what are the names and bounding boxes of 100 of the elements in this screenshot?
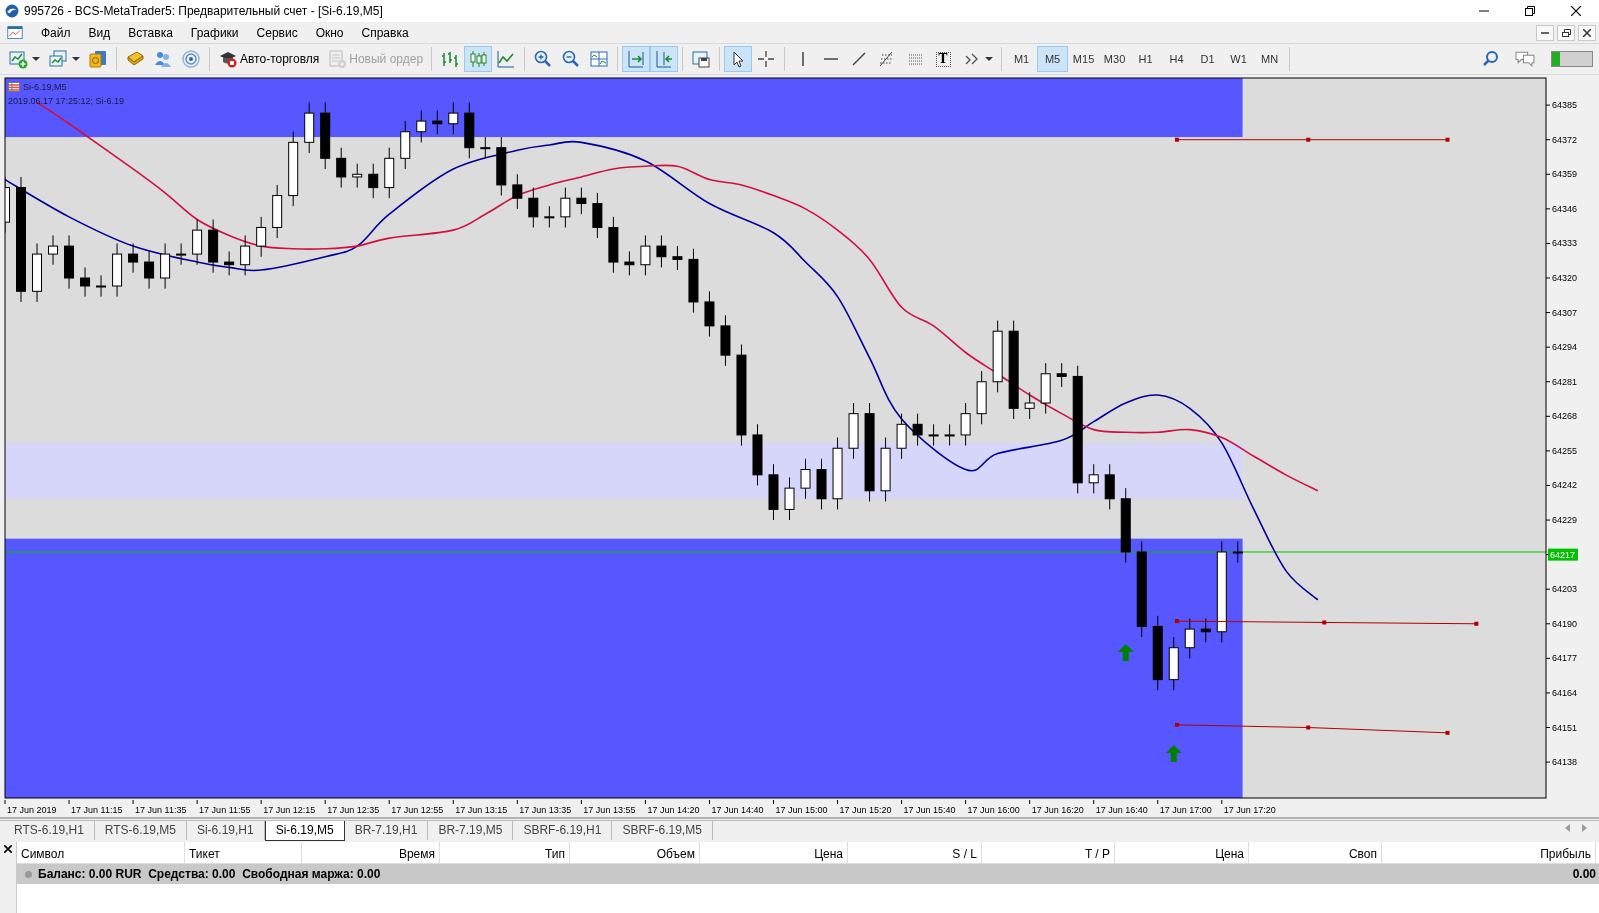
timeframe-button[interactable]: MN	[1254, 46, 1286, 72]
auto-scroll-button[interactable]	[622, 46, 651, 72]
column-header[interactable]: Объем	[570, 842, 700, 863]
column-header[interactable]: Тикет	[185, 842, 302, 863]
close-button[interactable]	[1578, 24, 1596, 41]
chart-tab[interactable]: RTS-6.19,M5	[94, 821, 187, 840]
chart-tab[interactable]: SBRF-6.19,H1	[513, 821, 613, 840]
text-tool-button[interactable]: T	[929, 46, 958, 72]
caret-icon	[72, 57, 80, 61]
axis-label: 64268	[1552, 411, 1578, 422]
chart-shift-button[interactable]	[650, 46, 679, 72]
caret-icon	[32, 57, 40, 61]
column-header[interactable]: Цена	[700, 842, 848, 863]
axis-label: 64177	[1552, 653, 1578, 664]
search-icon	[1483, 51, 1499, 67]
axis-label: 64229	[1552, 515, 1578, 526]
axis-label: 17 Jun 16:20	[1031, 805, 1084, 815]
axis-label: 64294	[1552, 342, 1578, 353]
timeframe-button[interactable]: M15	[1068, 46, 1100, 72]
menu-item[interactable]: Справка	[352, 23, 418, 42]
axis-label: 17 Jun 16:40	[1095, 805, 1148, 815]
menu-item[interactable]: Окно	[306, 23, 353, 42]
profiles-icon	[48, 49, 68, 69]
bullet-icon	[25, 870, 32, 878]
chart-tab[interactable]: BR-7.19,H1	[344, 821, 429, 840]
axis-label: 17 Jun 17:00	[1159, 805, 1212, 815]
cursor-button[interactable]	[724, 46, 753, 72]
vertical-line-icon	[801, 52, 806, 66]
candlestick-button[interactable]	[464, 46, 493, 72]
menu-item[interactable]: Вставка	[119, 23, 182, 42]
chart-tab[interactable]: RTS-6.19,H1	[4, 821, 95, 840]
menu-item[interactable]: Вид	[79, 23, 120, 42]
timeframe-button[interactable]: M1	[1006, 46, 1038, 72]
column-header[interactable]: Время	[302, 842, 440, 863]
timeframe-button[interactable]: M30	[1099, 46, 1131, 72]
crosshair-icon	[756, 49, 777, 69]
arrows-icon	[964, 52, 978, 66]
column-header[interactable]: S / L	[848, 842, 982, 863]
signal-icon	[181, 49, 201, 69]
axis-label: 17 Jun 2019	[7, 805, 57, 815]
timeframe-button[interactable]: H1	[1130, 46, 1162, 72]
chart-tab[interactable]: Si-6.19,M5	[264, 821, 345, 841]
axis-label: 64138	[1552, 757, 1578, 768]
window-title: 995726 - BCS-MetaTrader5: Предварительный счет - [Si-6.19,M5]	[24, 3, 383, 20]
axis-label: 64385	[1552, 100, 1578, 111]
axis-label: 64242	[1552, 480, 1578, 491]
axis-label: 17 Jun 17:20	[1223, 805, 1276, 815]
grid-icon	[907, 53, 923, 65]
chart-info: 2019.06.17 17:25:12; Si-6.19	[8, 95, 125, 108]
scroll-right-icon	[1582, 824, 1587, 832]
restore-button[interactable]	[1557, 24, 1575, 41]
column-header[interactable]: Цена	[1115, 842, 1249, 863]
toolbar-button[interactable]: Авто-торговля	[214, 46, 324, 72]
axis-label: 17 Jun 15:00	[775, 805, 828, 815]
timeframe-button[interactable]: W1	[1223, 46, 1255, 72]
minimize-icon	[1479, 10, 1489, 12]
chart-tab[interactable]: BR-7.19,M5	[428, 821, 514, 840]
axis-label: 64164	[1552, 687, 1578, 698]
chart-tab[interactable]: SBRF-6.19,M5	[612, 821, 713, 840]
candlestick-icon	[468, 49, 489, 69]
column-header[interactable]: Символ	[17, 842, 185, 863]
minimize-button[interactable]	[1536, 24, 1554, 41]
axis-label: 64281	[1552, 376, 1578, 387]
timeframe-button[interactable]: D1	[1192, 46, 1224, 72]
app-logo-icon	[4, 3, 20, 19]
axis-label: 17 Jun 12:55	[391, 805, 444, 815]
axis-label: 17 Jun 13:35	[519, 805, 572, 815]
axis-label: 64333	[1552, 238, 1578, 249]
tile-windows-icon	[589, 49, 610, 69]
table-icon	[8, 82, 20, 92]
column-header[interactable]: Своп	[1249, 842, 1382, 863]
chart-symbol: Si-6.19,M5	[23, 81, 67, 94]
chart-tab[interactable]: Si-6.19,H1	[186, 821, 265, 840]
timeframe-button[interactable]: M5	[1037, 46, 1069, 72]
column-header[interactable]: Прибыль	[1382, 842, 1596, 863]
axis-label: 64372	[1552, 134, 1578, 145]
trend-line-icon	[852, 52, 867, 66]
menu-item[interactable]: Графики	[181, 23, 248, 42]
chart-window-icon	[6, 24, 24, 41]
close-icon	[4, 845, 12, 853]
axis-label: 64190	[1552, 618, 1578, 629]
column-header[interactable]: T / P	[982, 842, 1115, 863]
axis-label: 17 Jun 11:55	[199, 805, 251, 815]
auto-scroll-icon	[626, 49, 647, 69]
axis-label: 64255	[1552, 445, 1578, 456]
close-icon	[1583, 28, 1591, 37]
timeframe-button[interactable]: H4	[1161, 46, 1193, 72]
axis-label: 64346	[1552, 203, 1578, 214]
profit-value: 0.00	[1572, 866, 1596, 883]
axis-label: 17 Jun 15:20	[839, 805, 892, 815]
restore-icon	[1561, 28, 1571, 37]
axis-label: 17 Jun 14:20	[647, 805, 700, 815]
axis-label: 64359	[1552, 169, 1578, 180]
menu-item[interactable]: Файл	[32, 23, 80, 42]
axis-label: 17 Jun 13:15	[455, 805, 508, 815]
column-header[interactable]: Тип	[440, 842, 570, 863]
horizontal-line-icon	[824, 57, 839, 61]
axis-label: 17 Jun 16:00	[967, 805, 1020, 815]
menu-item[interactable]: Сервис	[247, 23, 307, 42]
axis-label: 17 Jun 13:55	[583, 805, 636, 815]
